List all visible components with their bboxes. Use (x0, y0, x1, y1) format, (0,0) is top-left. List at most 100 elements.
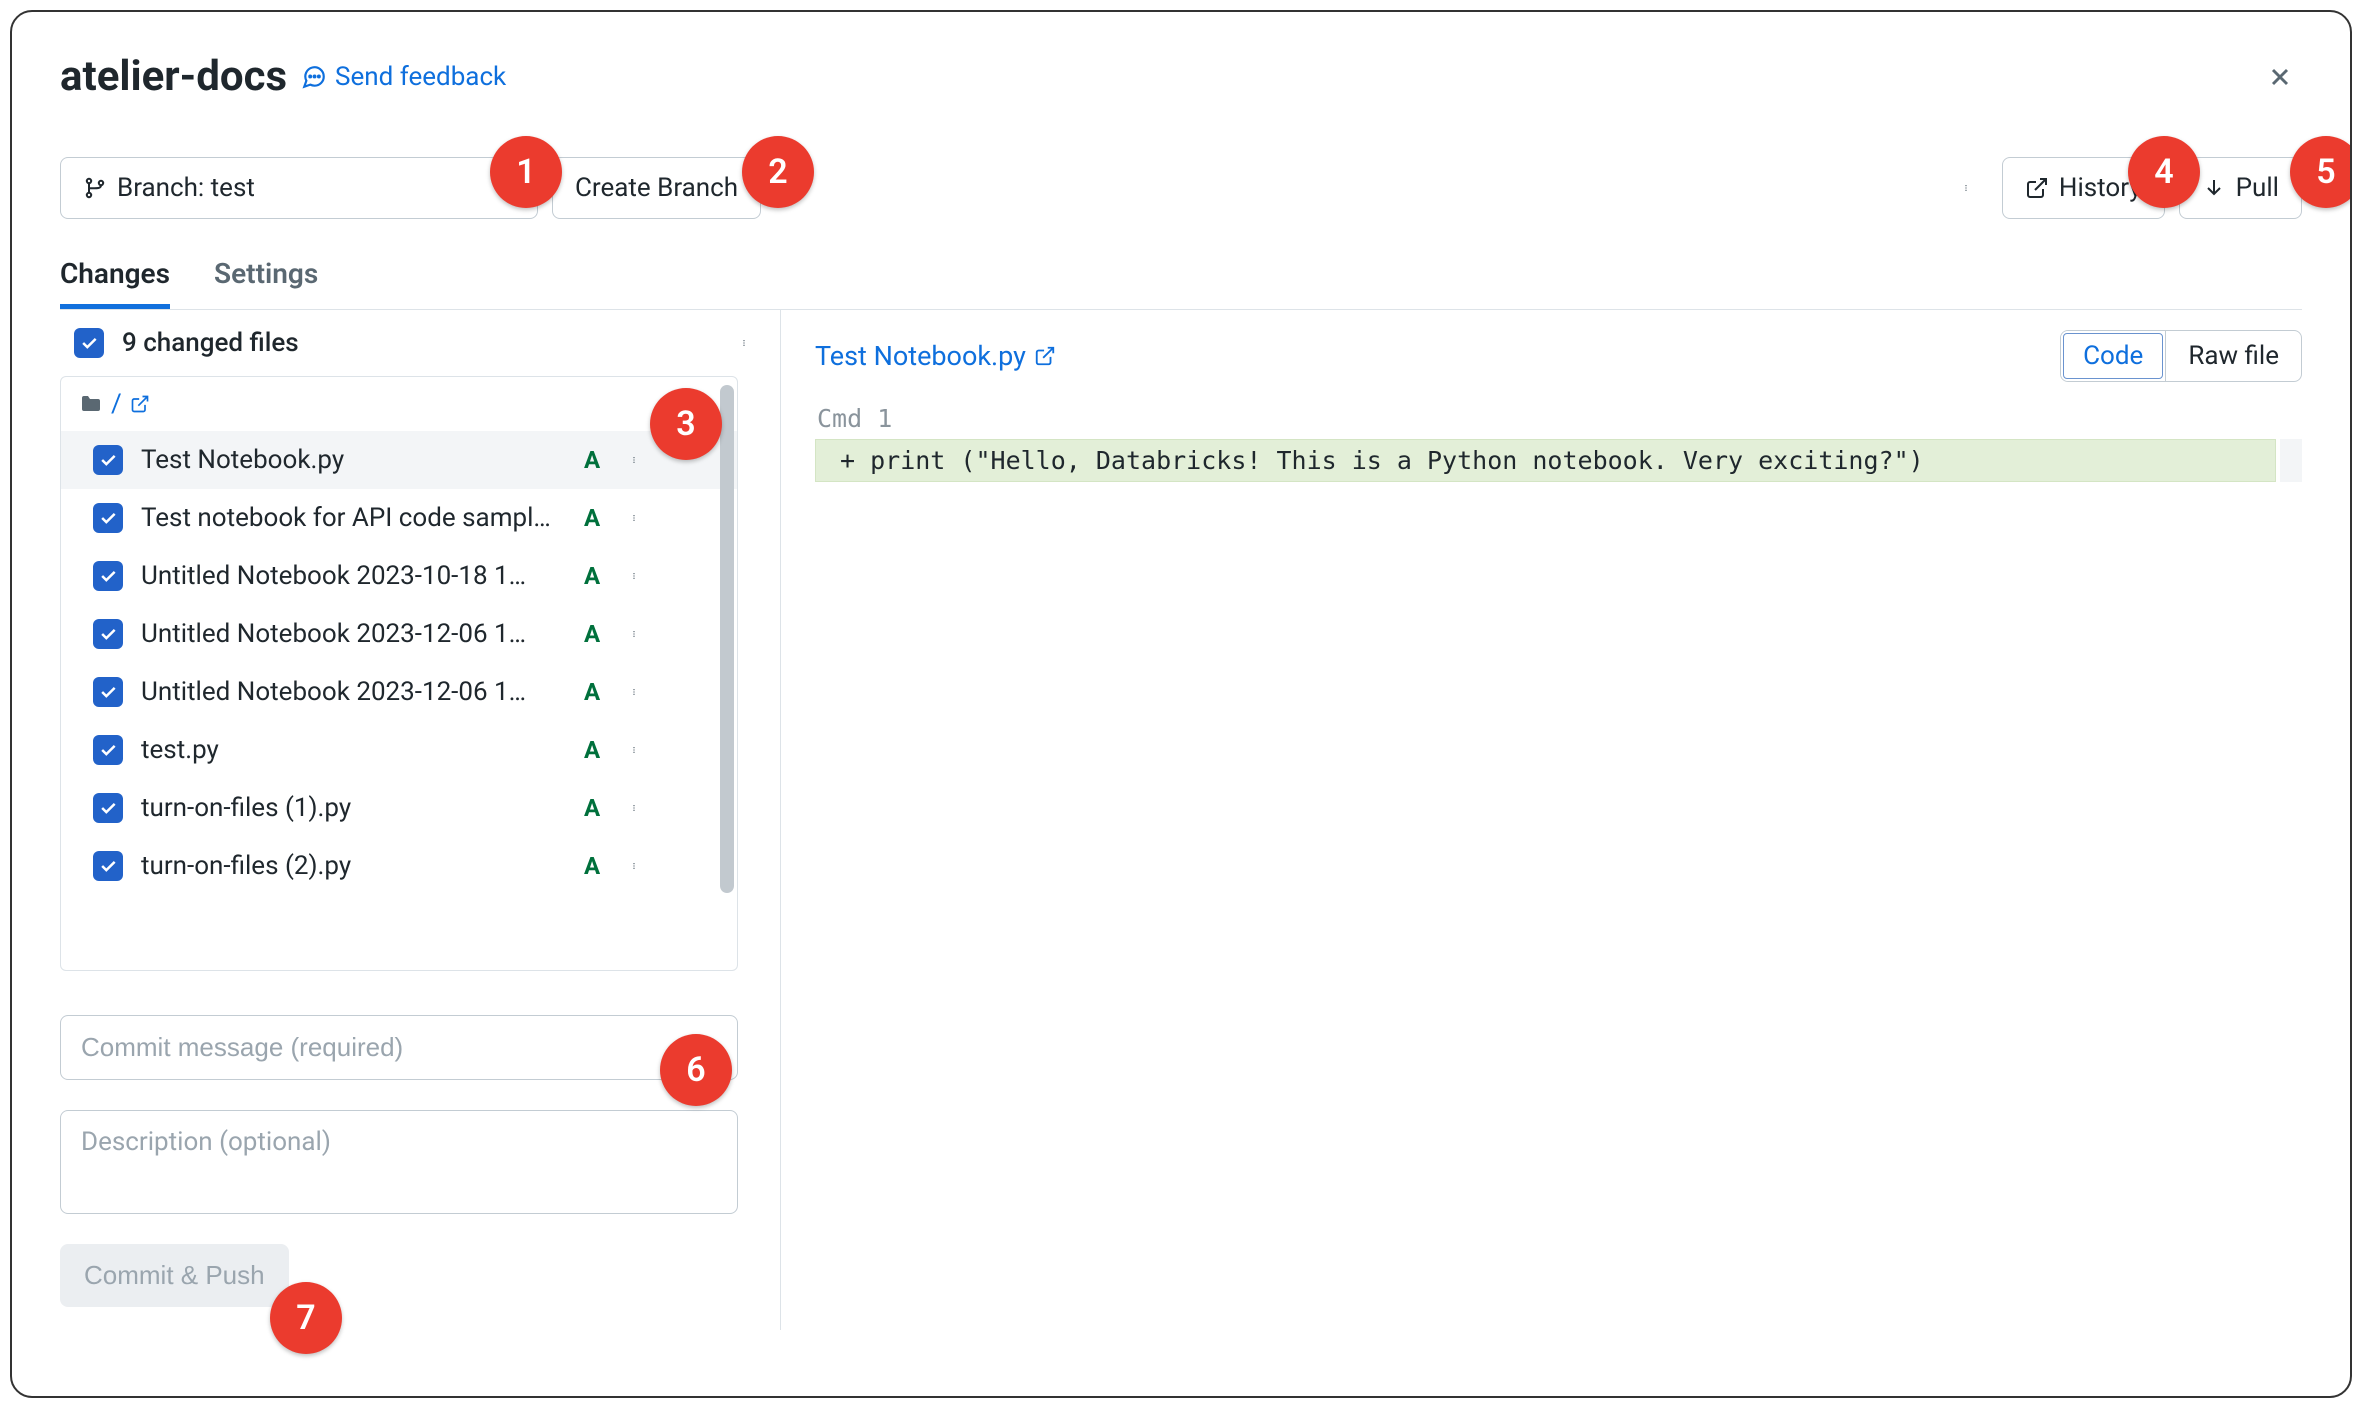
root-folder-row[interactable]: / (61, 377, 737, 431)
changed-files-count: 9 changed files (122, 328, 299, 358)
diff-body: Cmd 1 + print ("Hello, Databricks! This … (815, 404, 2302, 482)
commit-message-input[interactable] (60, 1015, 738, 1080)
vertical-dots-icon (630, 796, 638, 820)
callout-2: 2 (742, 136, 814, 208)
file-row[interactable]: Untitled Notebook 2023-10-18 1… A (61, 547, 737, 605)
vertical-dots-icon (630, 680, 638, 704)
vertical-dots-icon (630, 738, 638, 762)
diff-header: Test Notebook.py Code Raw file (815, 330, 2302, 382)
diff-view-raw[interactable]: Raw file (2165, 331, 2301, 381)
select-all-checkbox[interactable] (74, 328, 104, 358)
file-row[interactable]: Test Notebook.pyA (61, 431, 737, 489)
tab-settings[interactable]: Settings (214, 257, 318, 309)
checkmark-icon (98, 566, 118, 586)
toolbar-more-button[interactable] (1944, 157, 1988, 219)
file-more-button[interactable] (623, 794, 645, 822)
callout-5: 5 (2290, 136, 2352, 208)
file-row[interactable]: turn-on-files (1).py A (61, 779, 737, 837)
file-more-button[interactable] (623, 736, 645, 764)
file-checkbox[interactable] (93, 445, 123, 475)
file-status: A (579, 852, 605, 880)
file-checkbox[interactable] (93, 619, 123, 649)
create-branch-button[interactable]: Create Branch (552, 157, 761, 219)
commit-description-input[interactable] (60, 1110, 738, 1214)
file-checkbox[interactable] (93, 793, 123, 823)
folder-icon (79, 392, 103, 416)
file-more-button[interactable] (623, 852, 645, 880)
file-more-button[interactable] (623, 620, 645, 648)
checkmark-icon (79, 333, 99, 353)
diff-file-link[interactable]: Test Notebook.py (815, 340, 1056, 372)
checkmark-icon (98, 624, 118, 644)
checkmark-icon (98, 856, 118, 876)
file-row[interactable]: Untitled Notebook 2023-12-06 1… A (61, 605, 737, 663)
vertical-dots-icon (630, 506, 638, 530)
callout-6: 6 (660, 1034, 732, 1106)
close-button[interactable] (2258, 55, 2302, 99)
file-more-button[interactable] (623, 504, 645, 532)
file-row[interactable]: Untitled Notebook 2023-12-06 1…A (61, 663, 737, 721)
file-row[interactable]: test.pyA (61, 721, 737, 779)
diff-cmd-label: Cmd 1 (815, 404, 2302, 433)
title-left: atelier-docs Send feedback (60, 52, 506, 101)
diff-view-code[interactable]: Code (2061, 331, 2165, 381)
file-name: Untitled Notebook 2023-10-18 1… (141, 561, 561, 591)
dialog-inner: atelier-docs Send feedback (12, 12, 2350, 1396)
file-checkbox[interactable] (93, 851, 123, 881)
files-scroll[interactable]: / Test Notebook.pyATest notebook for API… (61, 377, 737, 970)
file-checkbox[interactable] (93, 735, 123, 765)
diff-added-line: + print ("Hello, Databricks! This is a P… (815, 439, 2276, 482)
diff-container: + print ("Hello, Databricks! This is a P… (815, 439, 2302, 482)
scrollbar[interactable] (720, 385, 734, 962)
close-icon (2266, 63, 2294, 91)
file-status: A (579, 562, 605, 590)
external-link-icon (1034, 345, 1056, 367)
file-more-button[interactable] (623, 678, 645, 706)
vertical-dots-icon (1962, 174, 1970, 202)
file-status: A (579, 446, 605, 474)
file-name: test.py (141, 735, 561, 765)
file-name: Test notebook for API code sampl… (141, 503, 561, 533)
file-row[interactable]: Test notebook for API code sampl… A (61, 489, 737, 547)
content-columns: 9 changed files / (60, 310, 2302, 1330)
tab-changes[interactable]: Changes (60, 257, 170, 309)
external-link-icon (2025, 176, 2049, 200)
diff-file-name: Test Notebook.py (815, 340, 1026, 372)
file-checkbox[interactable] (93, 503, 123, 533)
file-status: A (579, 794, 605, 822)
file-name: turn-on-files (1).py (141, 793, 561, 823)
file-status: A (579, 504, 605, 532)
vertical-dots-icon (630, 854, 638, 878)
diff-view-toggle: Code Raw file (2060, 330, 2302, 382)
external-link-icon (130, 394, 150, 414)
scrollbar-thumb[interactable] (720, 385, 734, 893)
checkmark-icon (98, 508, 118, 528)
toolbar-row: Branch: test Create Branch History (60, 157, 2302, 219)
pull-label: Pull (2236, 173, 2279, 203)
branch-label: Branch: test (117, 173, 255, 203)
summary-more-button[interactable] (730, 329, 758, 357)
chat-icon (301, 64, 327, 90)
commit-form: Commit & Push (60, 1015, 738, 1307)
file-checkbox[interactable] (93, 561, 123, 591)
callout-3: 3 (650, 388, 722, 460)
callout-7: 7 (270, 1282, 342, 1354)
file-more-button[interactable] (623, 562, 645, 590)
tabs-row: Changes Settings (60, 257, 2302, 310)
repo-title: atelier-docs (60, 52, 287, 101)
git-branch-icon (83, 176, 107, 200)
right-column: Test Notebook.py Code Raw file Cmd 1 + p… (780, 310, 2302, 1330)
branch-selector[interactable]: Branch: test (60, 157, 538, 219)
file-more-button[interactable] (623, 446, 645, 474)
file-list: Test Notebook.pyATest notebook for API c… (61, 431, 737, 895)
file-name: Untitled Notebook 2023-12-06 1… (141, 619, 561, 649)
arrow-down-icon (2202, 176, 2226, 200)
create-branch-label: Create Branch (575, 173, 738, 203)
file-status: A (579, 620, 605, 648)
send-feedback-link[interactable]: Send feedback (301, 62, 506, 92)
commit-push-button[interactable]: Commit & Push (60, 1244, 289, 1307)
checkmark-icon (98, 798, 118, 818)
file-row[interactable]: turn-on-files (2).pyA (61, 837, 737, 895)
file-checkbox[interactable] (93, 677, 123, 707)
callout-1: 1 (490, 136, 562, 208)
